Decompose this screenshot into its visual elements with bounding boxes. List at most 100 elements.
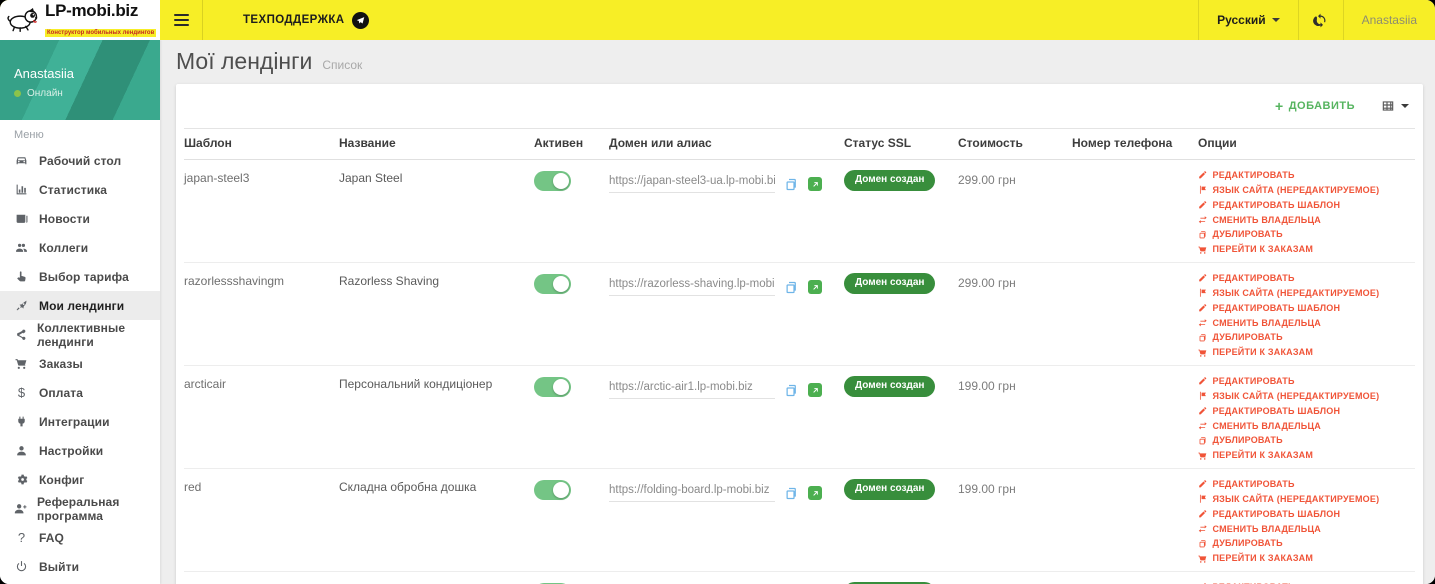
option-link[interactable]: ДУБЛИРОВАТЬ <box>1198 538 1415 548</box>
user-menu[interactable]: Anastasiia <box>1342 0 1435 40</box>
domain-input[interactable] <box>609 175 775 193</box>
sidebar-item[interactable]: ? FAQ <box>0 523 160 552</box>
copy-icon[interactable] <box>784 383 799 398</box>
table-body: japan-steel3 Japan Steel Домен создан 29… <box>184 160 1415 584</box>
column-header: Стоимость <box>958 136 1023 150</box>
option-label: РЕДАКТИРОВАТЬ ШАБЛОН <box>1212 405 1341 416</box>
refresh-icon <box>1313 13 1326 27</box>
option-link[interactable]: ПЕРЕЙТИ К ЗАКАЗАМ <box>1198 553 1415 563</box>
open-site-button[interactable] <box>808 486 822 500</box>
option-icon <box>1198 348 1208 358</box>
sidebar-item[interactable]: Мои лендинги <box>0 291 160 320</box>
option-link[interactable]: РЕДАКТИРОВАТЬ ШАБЛОН <box>1198 303 1415 313</box>
sidebar-item[interactable]: Выйти <box>0 552 160 581</box>
logo[interactable]: LP-mobi.biz Конструктор мобильных лендин… <box>0 0 160 40</box>
option-link[interactable]: ДУБЛИРОВАТЬ <box>1198 435 1415 445</box>
active-toggle[interactable] <box>534 377 571 397</box>
active-toggle[interactable] <box>534 171 571 191</box>
option-link[interactable]: ЯЗЫК САЙТА (НЕРЕДАКТИРУЕМОЕ) <box>1198 494 1415 504</box>
sidebar-item-icon <box>14 328 27 341</box>
copy-icon[interactable] <box>784 280 799 295</box>
toggle-knob <box>553 379 569 395</box>
option-link[interactable]: РЕДАКТИРОВАТЬ <box>1198 170 1415 180</box>
sidebar-item-label: Настройки <box>39 443 104 458</box>
sidebar-item[interactable]: Реферальная программа <box>0 494 160 523</box>
domain-input[interactable] <box>609 484 775 502</box>
option-link[interactable]: ЯЗЫК САЙТА (НЕРЕДАКТИРУЕМОЕ) <box>1198 391 1415 401</box>
option-link[interactable]: ПЕРЕЙТИ К ЗАКАЗАМ <box>1198 244 1415 254</box>
sidebar-item-label: Заказы <box>39 356 83 371</box>
option-link[interactable]: ДУБЛИРОВАТЬ <box>1198 229 1415 239</box>
copy-icon[interactable] <box>784 177 799 192</box>
active-toggle[interactable] <box>534 480 571 500</box>
sidebar-item-label: Реферальная программа <box>37 494 120 523</box>
option-link[interactable]: СМЕНИТЬ ВЛАДЕЛЬЦА <box>1198 524 1415 534</box>
sidebar-item[interactable]: Настройки <box>0 436 160 465</box>
grid-icon <box>1381 99 1395 113</box>
add-button[interactable]: + ДОБАВИТЬ <box>1275 99 1355 113</box>
open-site-button[interactable] <box>808 177 822 191</box>
open-site-button[interactable] <box>808 280 822 294</box>
option-label: ДУБЛИРОВАТЬ <box>1212 538 1283 549</box>
column-header: Активен <box>534 136 584 150</box>
option-link[interactable]: РЕДАКТИРОВАТЬ <box>1198 273 1415 283</box>
sidebar-item-icon <box>14 357 29 370</box>
option-link[interactable]: ПЕРЕЙТИ К ЗАКАЗАМ <box>1198 450 1415 460</box>
option-label: РЕДАКТИРОВАТЬ ШАБЛОН <box>1212 302 1341 313</box>
active-cell <box>534 272 609 294</box>
active-toggle[interactable] <box>534 274 571 294</box>
open-site-button[interactable] <box>808 383 822 397</box>
support-label: ТЕХПОДДЕРЖКА <box>243 14 345 26</box>
option-link[interactable]: РЕДАКТИРОВАТЬ <box>1198 376 1415 386</box>
sidebar-item[interactable]: Выбор тарифа <box>0 262 160 291</box>
refresh-button[interactable] <box>1297 0 1343 40</box>
option-link[interactable]: ДУБЛИРОВАТЬ <box>1198 332 1415 342</box>
table-header: Шаблон Название Активен Домен или алиас … <box>184 128 1415 160</box>
price-cell: 299.00 грн <box>958 276 1016 290</box>
option-link[interactable]: ЯЗЫК САЙТА (НЕРЕДАКТИРУЕМОЕ) <box>1198 288 1415 298</box>
option-label: ЯЗЫК САЙТА (НЕРЕДАКТИРУЕМОЕ) <box>1212 493 1380 504</box>
option-link[interactable]: РЕДАКТИРОВАТЬ ШАБЛОН <box>1198 509 1415 519</box>
support-button[interactable]: ТЕХПОДДЕРЖКА <box>221 0 391 40</box>
hamburger-menu-icon[interactable] <box>160 0 203 40</box>
option-link[interactable]: РЕДАКТИРОВАТЬ ШАБЛОН <box>1198 200 1415 210</box>
domain-input[interactable] <box>609 381 775 399</box>
option-link[interactable]: СМЕНИТЬ ВЛАДЕЛЬЦА <box>1198 421 1415 431</box>
option-icon <box>1198 288 1208 298</box>
sidebar-item-icon <box>14 183 29 196</box>
dog-logo-icon <box>6 6 40 34</box>
option-link[interactable]: СМЕНИТЬ ВЛАДЕЛЬЦА <box>1198 318 1415 328</box>
sidebar-item-label: FAQ <box>39 530 64 545</box>
sidebar-item-icon <box>14 560 29 573</box>
option-link[interactable]: РЕДАКТИРОВАТЬ ШАБЛОН <box>1198 406 1415 416</box>
column-header: Шаблон <box>184 136 232 150</box>
sidebar-item[interactable]: Интеграции <box>0 407 160 436</box>
sidebar-item[interactable]: $ Оплата <box>0 378 160 407</box>
option-link[interactable]: СМЕНИТЬ ВЛАДЕЛЬЦА <box>1198 215 1415 225</box>
app-window: LP-mobi.biz Конструктор мобильных лендин… <box>0 0 1435 584</box>
price-cell: 199.00 грн <box>958 379 1016 393</box>
option-link[interactable]: РЕДАКТИРОВАТЬ <box>1198 479 1415 489</box>
language-dropdown[interactable]: Русский <box>1198 0 1298 40</box>
domain-input[interactable] <box>609 278 775 296</box>
option-icon <box>1198 333 1208 343</box>
copy-icon[interactable] <box>784 486 799 501</box>
profile-status: Онлайн <box>14 88 146 99</box>
view-options-dropdown[interactable] <box>1381 99 1409 113</box>
sidebar-item[interactable]: Коллеги <box>0 233 160 262</box>
sidebar-item[interactable]: Статистика <box>0 175 160 204</box>
external-link-icon <box>812 387 818 393</box>
sidebar-item[interactable]: Коллективные лендинги <box>0 320 160 349</box>
options-cell: РЕДАКТИРОВАТЬ ЯЗЫК САЙТА (НЕРЕДАКТИРУЕМО… <box>1198 272 1415 358</box>
logo-subtitle: Конструктор мобильных лендингов <box>45 28 157 37</box>
sidebar-item[interactable]: Рабочий стол <box>0 146 160 175</box>
sidebar-item[interactable]: Новости <box>0 204 160 233</box>
option-link[interactable]: ПЕРЕЙТИ К ЗАКАЗАМ <box>1198 347 1415 357</box>
page-head: Мої лендінги Список <box>160 40 1435 84</box>
option-label: ПЕРЕЙТИ К ЗАКАЗАМ <box>1212 244 1314 255</box>
language-label: Русский <box>1217 13 1266 27</box>
sidebar-item[interactable]: Заказы <box>0 349 160 378</box>
sidebar-item[interactable]: Конфиг <box>0 465 160 494</box>
topbar-right: Русский Anastasiia <box>1198 0 1435 40</box>
option-link[interactable]: ЯЗЫК САЙТА (НЕРЕДАКТИРУЕМОЕ) <box>1198 185 1415 195</box>
